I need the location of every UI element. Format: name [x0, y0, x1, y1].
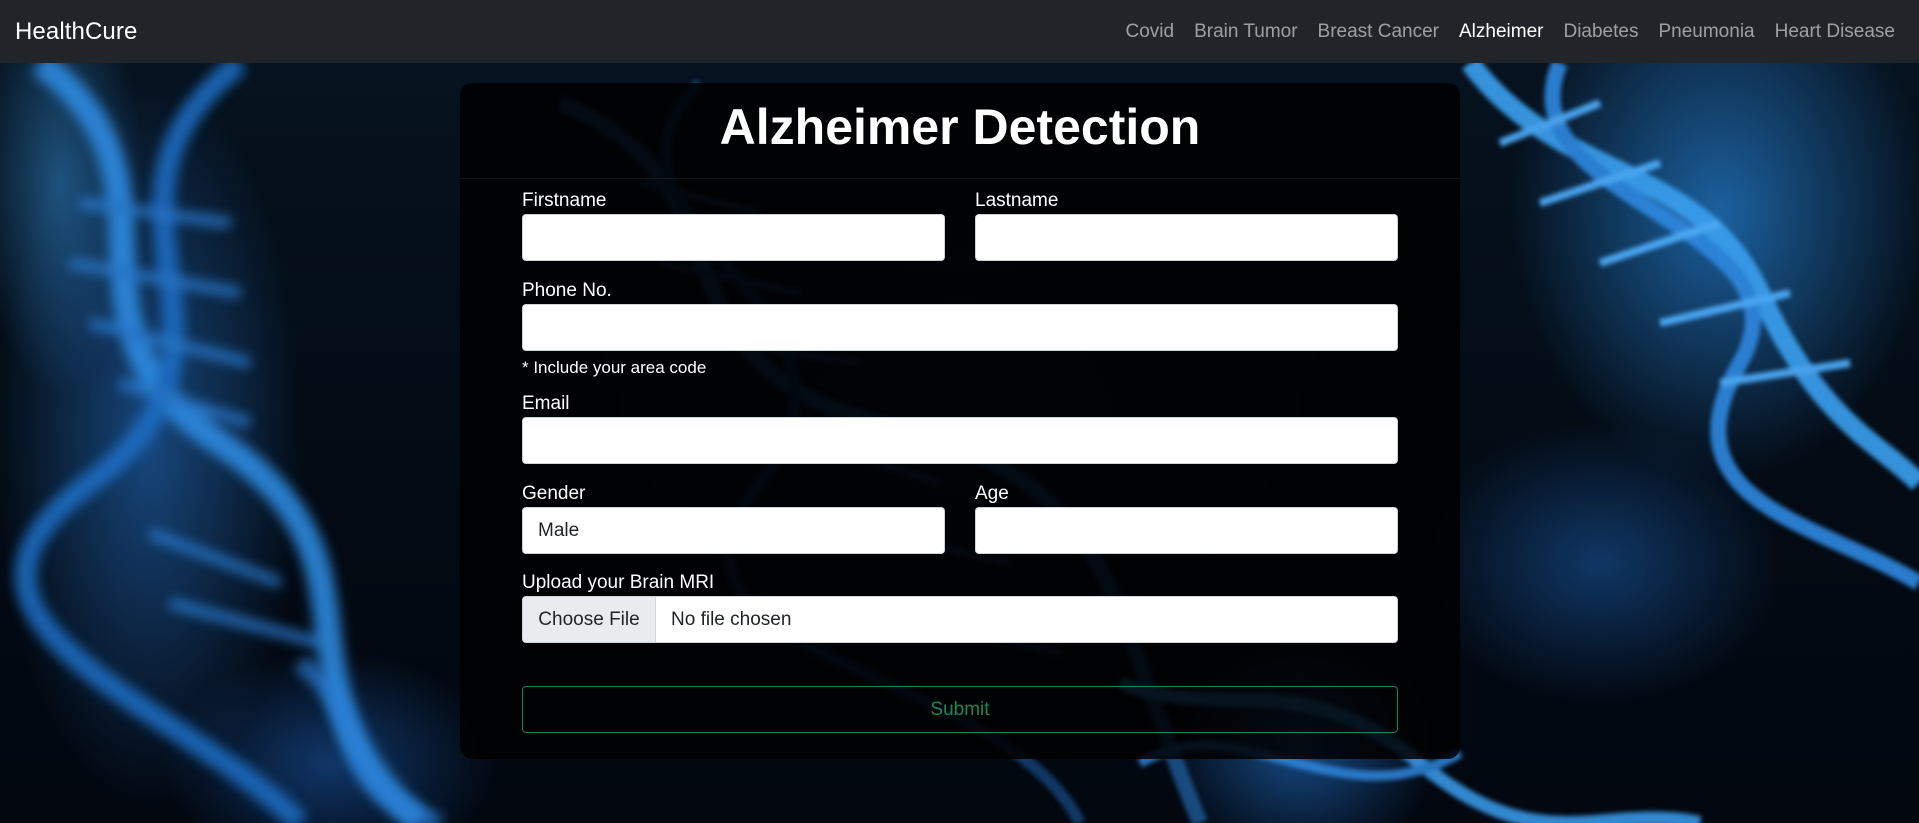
detection-form-card: Alzheimer Detection Firstname Lastname P… [460, 83, 1460, 759]
nav-links: Covid Brain Tumor Breast Cancer Alzheime… [1125, 21, 1904, 43]
submit-button[interactable]: Submit [522, 686, 1398, 733]
mri-file-input[interactable]: Choose File No file chosen [522, 596, 1398, 643]
email-input[interactable] [522, 417, 1398, 464]
top-navbar: HealthCure Covid Brain Tumor Breast Canc… [0, 0, 1919, 63]
phone-input[interactable] [522, 304, 1398, 351]
title-divider [460, 178, 1460, 179]
choose-file-button[interactable]: Choose File [523, 597, 656, 642]
upload-label: Upload your Brain MRI [522, 572, 715, 593]
nav-link-brain-tumor[interactable]: Brain Tumor [1194, 21, 1297, 43]
firstname-label: Firstname [522, 190, 607, 211]
gender-label: Gender [522, 483, 586, 504]
email-label: Email [522, 393, 570, 414]
phone-hint: * Include your area code [522, 358, 707, 377]
gender-selected-value: Male [538, 519, 580, 541]
firstname-input[interactable] [522, 214, 945, 261]
nav-link-covid[interactable]: Covid [1125, 21, 1174, 43]
lastname-label: Lastname [975, 190, 1059, 211]
lastname-input[interactable] [975, 214, 1398, 261]
file-status-text: No file chosen [671, 608, 792, 630]
gender-select[interactable]: Male [522, 507, 945, 554]
brand-logo[interactable]: HealthCure [15, 18, 137, 46]
nav-link-pneumonia[interactable]: Pneumonia [1658, 21, 1754, 43]
age-input[interactable] [975, 507, 1398, 554]
left-helix [15, 63, 429, 823]
age-label: Age [975, 483, 1009, 504]
nav-link-heart-disease[interactable]: Heart Disease [1775, 21, 1895, 43]
page-title: Alzheimer Detection [719, 99, 1201, 155]
nav-link-breast-cancer[interactable]: Breast Cancer [1318, 21, 1439, 43]
right-helix [1462, 63, 1919, 590]
phone-label: Phone No. [522, 280, 612, 301]
nav-link-diabetes[interactable]: Diabetes [1563, 21, 1638, 43]
nav-link-alzheimer[interactable]: Alzheimer [1459, 21, 1543, 43]
